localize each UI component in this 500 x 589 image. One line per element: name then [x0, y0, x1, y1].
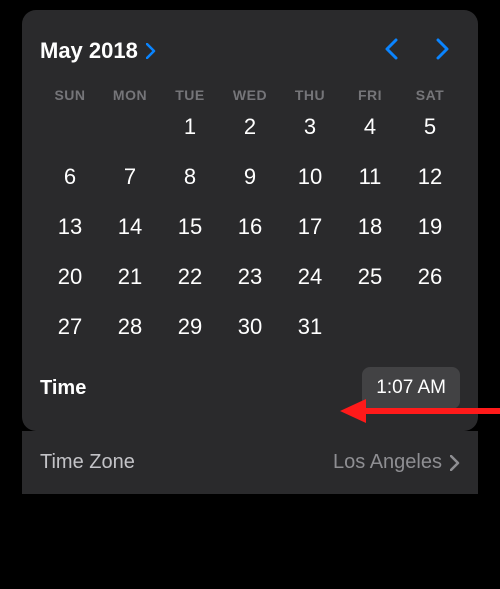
day-cell[interactable]: 2: [220, 113, 280, 141]
day-cell[interactable]: 11: [340, 163, 400, 191]
chevron-right-icon: [146, 43, 156, 59]
day-cell[interactable]: 28: [100, 313, 160, 341]
calendar-header: May 2018: [40, 32, 460, 69]
timezone-row[interactable]: Time Zone Los Angeles: [22, 431, 478, 494]
weekday-label: SUN: [40, 87, 100, 103]
day-cell[interactable]: 27: [40, 313, 100, 341]
day-cell[interactable]: 18: [340, 213, 400, 241]
next-month-button[interactable]: [426, 32, 460, 69]
day-cell[interactable]: 9: [220, 163, 280, 191]
day-cell[interactable]: 25: [340, 263, 400, 291]
day-cell-empty: [100, 113, 160, 141]
day-cell-empty: [400, 313, 460, 341]
weekday-label: WED: [220, 87, 280, 103]
month-year-label: May 2018: [40, 38, 138, 64]
day-cell[interactable]: 4: [340, 113, 400, 141]
day-cell[interactable]: 19: [400, 213, 460, 241]
time-picker-button[interactable]: 1:07 AM: [362, 367, 460, 409]
chevron-left-icon: [384, 38, 398, 63]
day-cell[interactable]: 26: [400, 263, 460, 291]
day-cell[interactable]: 14: [100, 213, 160, 241]
weekday-label: SAT: [400, 87, 460, 103]
weekday-label: TUE: [160, 87, 220, 103]
weekday-row: SUN MON TUE WED THU FRI SAT: [40, 87, 460, 103]
chevron-right-icon: [436, 38, 450, 63]
day-cell[interactable]: 20: [40, 263, 100, 291]
day-cell[interactable]: 12: [400, 163, 460, 191]
chevron-right-icon: [450, 455, 460, 471]
timezone-value: Los Angeles: [333, 451, 460, 474]
month-year-button[interactable]: May 2018: [40, 38, 156, 64]
calendar-panel: May 2018 SUN MON TUE WED THU FRI SAT 123…: [22, 10, 478, 431]
day-cell[interactable]: 30: [220, 313, 280, 341]
day-cell[interactable]: 13: [40, 213, 100, 241]
time-row: Time 1:07 AM: [40, 367, 460, 409]
timezone-value-text: Los Angeles: [333, 451, 442, 474]
weekday-label: MON: [100, 87, 160, 103]
day-cell[interactable]: 5: [400, 113, 460, 141]
day-cell[interactable]: 21: [100, 263, 160, 291]
timezone-label: Time Zone: [40, 451, 135, 474]
weekday-label: THU: [280, 87, 340, 103]
day-cell[interactable]: 29: [160, 313, 220, 341]
days-grid: 1234567891011121314151617181920212223242…: [40, 113, 460, 341]
time-label: Time: [40, 377, 86, 400]
weekday-label: FRI: [340, 87, 400, 103]
day-cell[interactable]: 24: [280, 263, 340, 291]
day-cell[interactable]: 31: [280, 313, 340, 341]
day-cell[interactable]: 6: [40, 163, 100, 191]
day-cell[interactable]: 7: [100, 163, 160, 191]
day-cell[interactable]: 10: [280, 163, 340, 191]
day-cell[interactable]: 22: [160, 263, 220, 291]
day-cell[interactable]: 23: [220, 263, 280, 291]
day-cell[interactable]: 17: [280, 213, 340, 241]
day-cell[interactable]: 16: [220, 213, 280, 241]
prev-month-button[interactable]: [374, 32, 408, 69]
day-cell[interactable]: 1: [160, 113, 220, 141]
day-cell-empty: [340, 313, 400, 341]
day-cell[interactable]: 3: [280, 113, 340, 141]
day-cell-empty: [40, 113, 100, 141]
day-cell[interactable]: 15: [160, 213, 220, 241]
day-cell[interactable]: 8: [160, 163, 220, 191]
